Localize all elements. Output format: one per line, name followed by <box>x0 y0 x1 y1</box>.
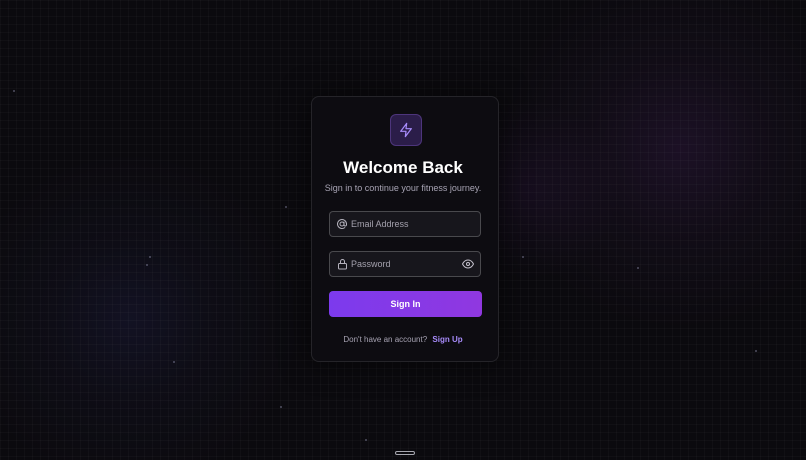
at-sign-icon <box>336 218 348 230</box>
background-star <box>280 406 282 408</box>
background-star <box>13 90 15 92</box>
background-star <box>522 256 524 258</box>
sign-in-button[interactable]: Sign In <box>329 291 482 317</box>
background-star <box>285 206 287 208</box>
background-star <box>365 439 367 441</box>
password-placeholder: Password <box>351 259 391 269</box>
signup-prompt: Don't have an account? Sign Up <box>0 334 806 345</box>
page-title: Welcome Back <box>343 158 463 177</box>
home-indicator[interactable] <box>395 451 415 455</box>
email-field[interactable]: Email Address <box>329 211 481 237</box>
background-star <box>149 256 151 258</box>
page-subtitle: Sign in to continue your fitness journey… <box>324 183 482 193</box>
sign-up-link[interactable]: Sign Up <box>432 335 462 344</box>
password-field[interactable]: Password <box>329 251 481 277</box>
lock-icon <box>336 258 348 270</box>
background-star <box>173 361 175 363</box>
background-star <box>755 350 757 352</box>
signup-question: Don't have an account? <box>343 335 428 344</box>
background-star <box>146 264 148 266</box>
background-star <box>637 267 639 269</box>
lightning-bolt-icon <box>398 122 414 138</box>
email-placeholder: Email Address <box>351 219 409 229</box>
app-logo <box>390 114 422 146</box>
login-screen: Welcome Back Sign in to continue your fi… <box>0 0 806 460</box>
eye-icon[interactable] <box>462 259 474 269</box>
